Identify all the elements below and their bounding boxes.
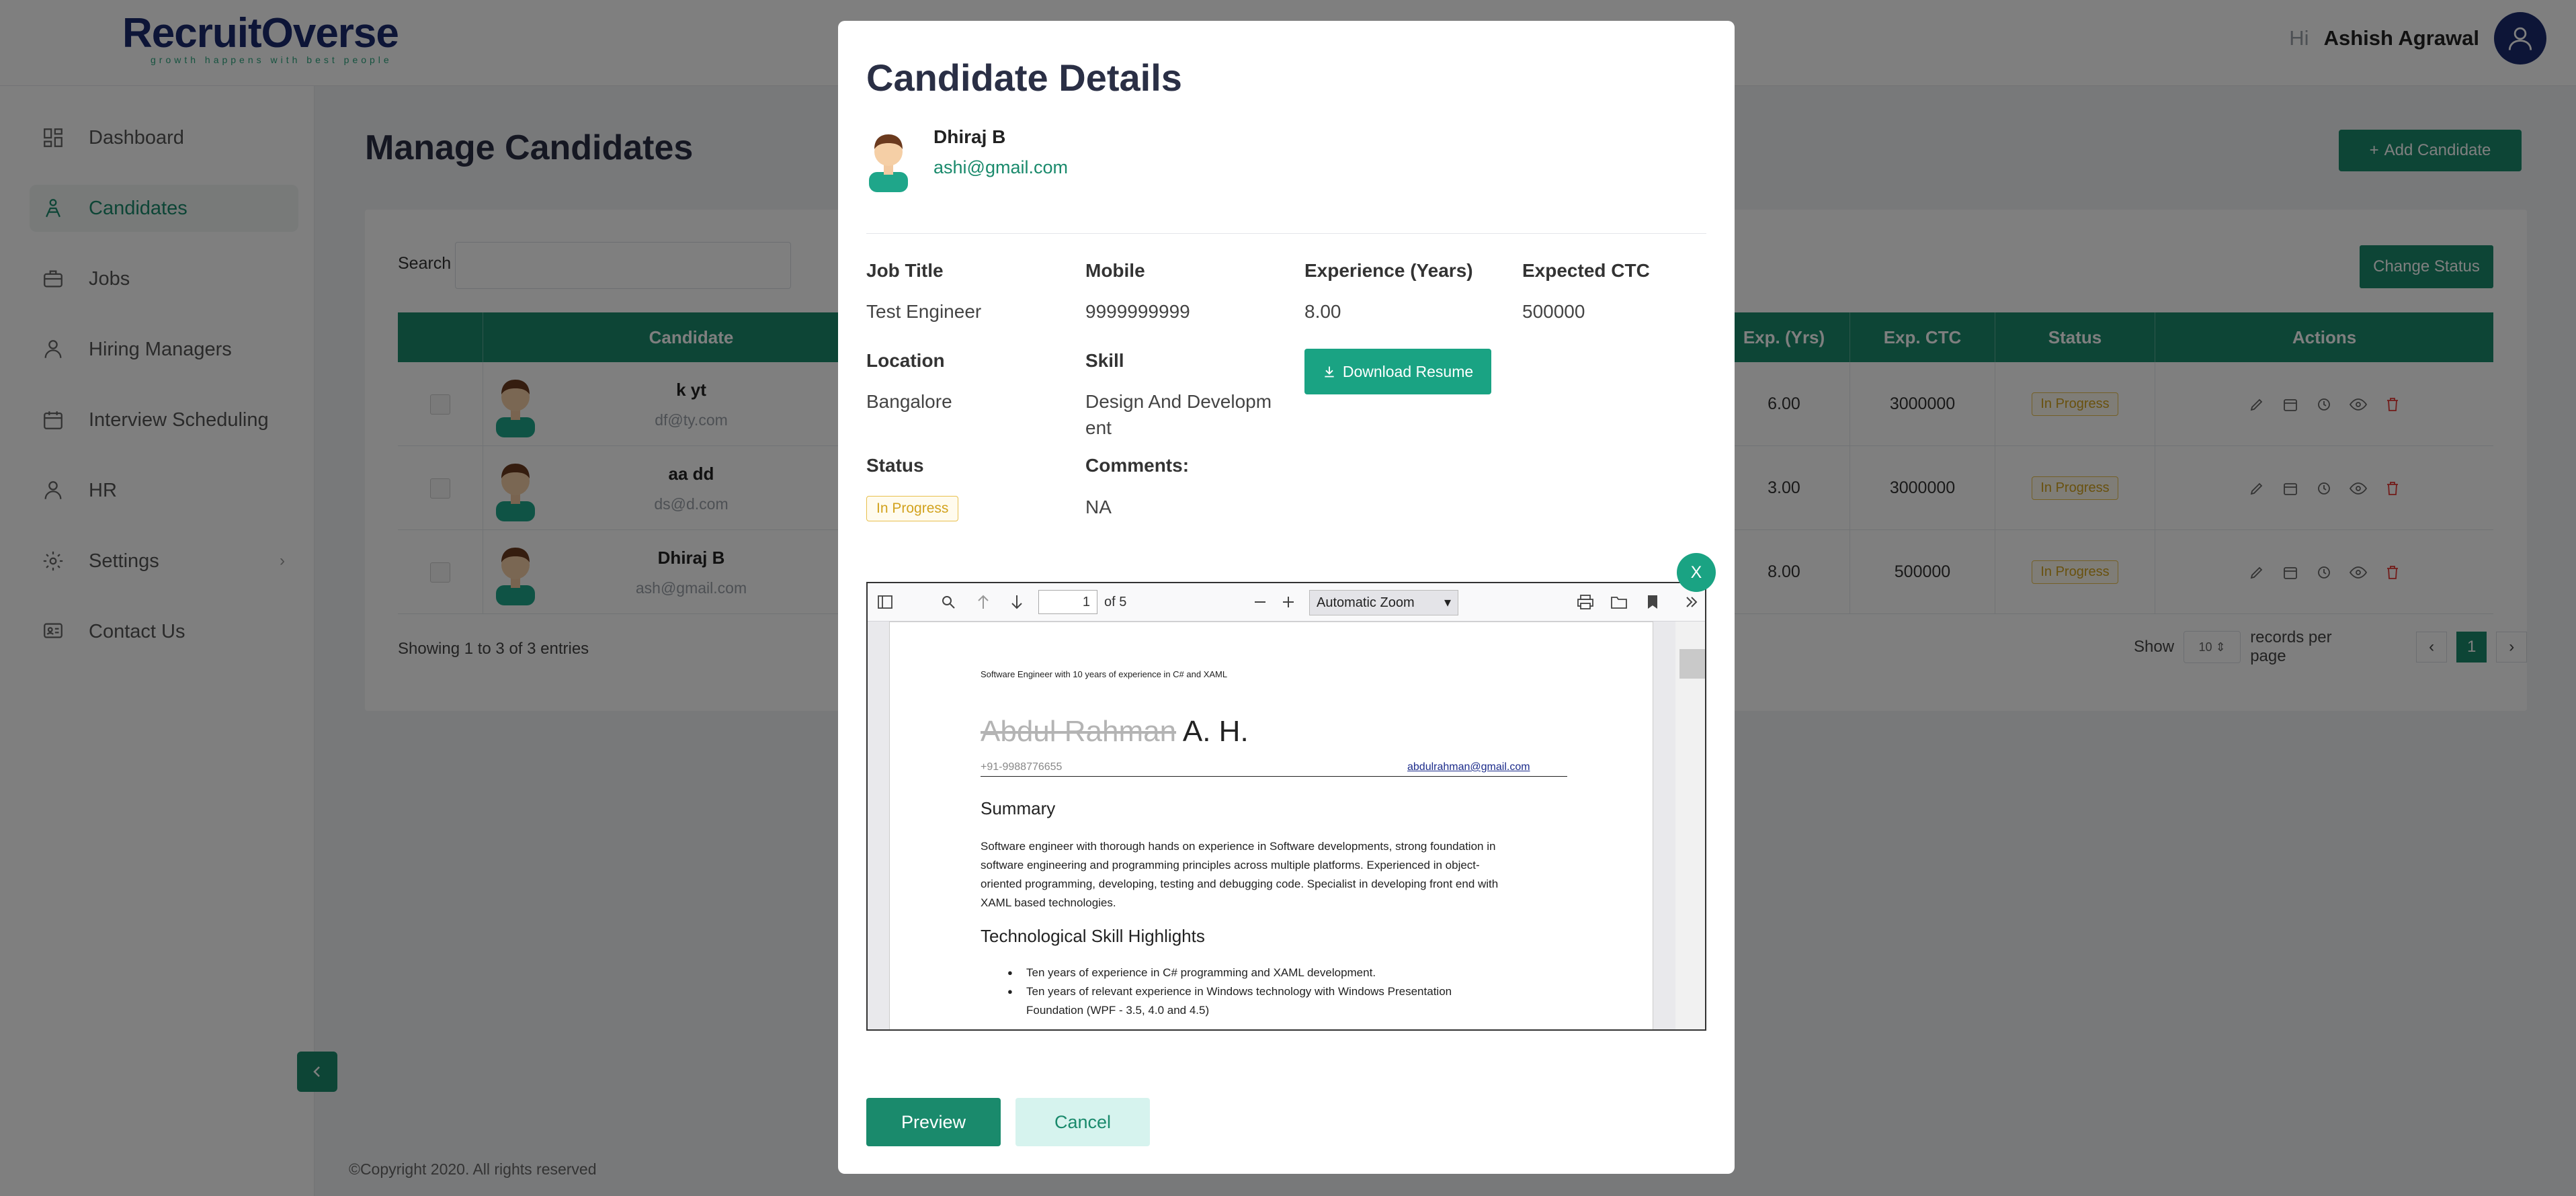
summary-heading: Summary: [981, 798, 1056, 818]
modal-title: Candidate Details: [866, 56, 1182, 99]
skill-label: Skill: [1085, 350, 1124, 371]
job-title-label: Job Title: [866, 260, 944, 281]
more-tools-icon[interactable]: [1682, 593, 1701, 611]
resume-name: Abdul Rahman A. H.: [981, 715, 1249, 749]
skills-heading: Technological Skill Highlights: [981, 926, 1205, 946]
skill-bullet-continuation: Foundation (WPF - 3.5, 4.0 and 4.5): [1026, 1004, 1210, 1017]
candidate-name: Dhiraj B: [933, 126, 1006, 147]
resume-headline: Software Engineer with 10 years of exper…: [981, 669, 1228, 679]
open-file-icon[interactable]: [1610, 593, 1628, 611]
location-label: Location: [866, 350, 945, 371]
skill-value: Design And Developm ent: [1085, 388, 1272, 441]
zoom-out-icon[interactable]: [1251, 593, 1270, 611]
pdf-toolbar: 1 of 5 Automatic Zoom ▾: [868, 583, 1705, 622]
pdf-page: Software Engineer with 10 years of exper…: [889, 622, 1653, 1029]
summary-line: XAML based technologies.: [981, 896, 1116, 909]
print-icon[interactable]: [1576, 593, 1595, 611]
candidate-details-modal: Candidate Details Dhiraj B ashi@gmail.co…: [838, 21, 1735, 1174]
pdf-scrollbar-thumb[interactable]: [1679, 649, 1705, 679]
chevron-down-icon: ▾: [1444, 595, 1451, 610]
job-title-value: Test Engineer: [866, 301, 982, 322]
mobile-label: Mobile: [1085, 260, 1145, 281]
status-badge: In Progress: [866, 496, 959, 521]
resume-rule: [981, 776, 1567, 777]
comments-value: NA: [1085, 497, 1112, 517]
status-label: Status: [866, 455, 924, 476]
summary-line: Software engineer with thorough hands on…: [981, 840, 1496, 853]
page-count: of 5: [1104, 595, 1127, 609]
sidebar-toggle-icon[interactable]: [876, 593, 895, 611]
candidate-email[interactable]: ashi@gmail.com: [933, 157, 1068, 178]
resume-pdf-viewer: 1 of 5 Automatic Zoom ▾ Software Engineer…: [866, 582, 1706, 1031]
pdf-scrollbar[interactable]: [1675, 622, 1705, 1029]
arrow-down-icon[interactable]: [1007, 593, 1026, 611]
resume-name-visible: A. H.: [1182, 715, 1249, 748]
skill-bullet: Ten years of experience in C# programmin…: [1007, 964, 1559, 982]
arrow-up-icon[interactable]: [974, 593, 993, 611]
download-icon: [1323, 365, 1336, 378]
resume-phone: +91-9988776655: [981, 761, 1063, 773]
zoom-select[interactable]: Automatic Zoom ▾: [1309, 590, 1458, 615]
close-viewer-button[interactable]: X: [1677, 553, 1716, 592]
download-resume-label: Download Resume: [1342, 362, 1474, 380]
candidate-avatar: [866, 125, 911, 192]
skill-bullet: Ten years of relevant experience in Wind…: [1007, 982, 1559, 1001]
location-value: Bangalore: [866, 391, 952, 412]
preview-button[interactable]: Preview: [866, 1098, 1001, 1146]
resume-name-redacted: Abdul Rahman: [981, 715, 1177, 748]
cancel-button[interactable]: Cancel: [1015, 1098, 1150, 1146]
download-resume-button[interactable]: Download Resume: [1304, 349, 1491, 394]
summary-line: oriented programming, developing, testin…: [981, 878, 1499, 890]
page-number-input[interactable]: 1: [1038, 590, 1097, 614]
expected-ctc-value: 500000: [1522, 301, 1585, 322]
bookmark-icon[interactable]: [1643, 593, 1662, 611]
resume-email[interactable]: abdulrahman@gmail.com: [1407, 761, 1530, 773]
experience-value: 8.00: [1304, 301, 1341, 322]
mobile-value: 9999999999: [1085, 301, 1190, 322]
experience-label: Experience (Years): [1304, 260, 1473, 281]
summary-line: software engineering and programming pri…: [981, 859, 1480, 871]
divider: [866, 233, 1706, 234]
zoom-in-icon[interactable]: [1279, 593, 1298, 611]
expected-ctc-label: Expected CTC: [1522, 260, 1650, 281]
skill-value-line: ent: [1085, 417, 1112, 438]
search-icon[interactable]: [939, 593, 958, 611]
comments-label: Comments:: [1085, 455, 1190, 476]
skill-value-line: Design And Developm: [1085, 391, 1272, 412]
zoom-value: Automatic Zoom: [1317, 595, 1415, 610]
